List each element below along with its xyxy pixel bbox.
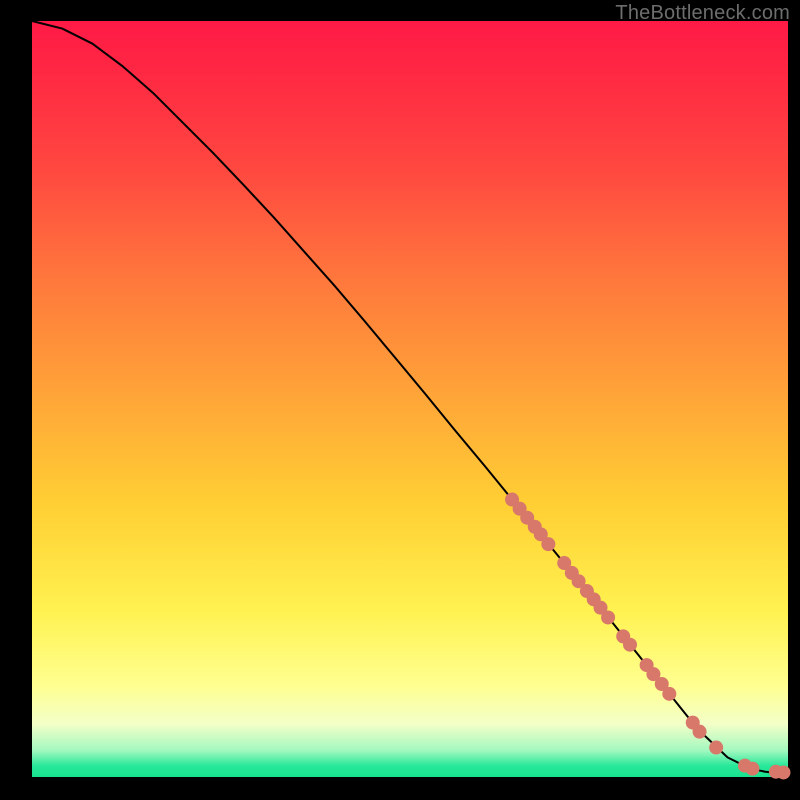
marker-point xyxy=(662,687,676,701)
marker-point xyxy=(776,765,790,779)
marker-point xyxy=(693,725,707,739)
chart-svg xyxy=(32,21,788,777)
marker-point xyxy=(601,610,615,624)
marker-point xyxy=(745,762,759,776)
watermark-label: TheBottleneck.com xyxy=(615,2,790,25)
bottleneck-curve xyxy=(32,21,788,773)
marker-point xyxy=(709,741,723,755)
marker-point xyxy=(623,638,637,652)
marker-point xyxy=(541,537,555,551)
chart-stage: TheBottleneck.com xyxy=(0,0,800,800)
marker-series xyxy=(505,493,790,780)
